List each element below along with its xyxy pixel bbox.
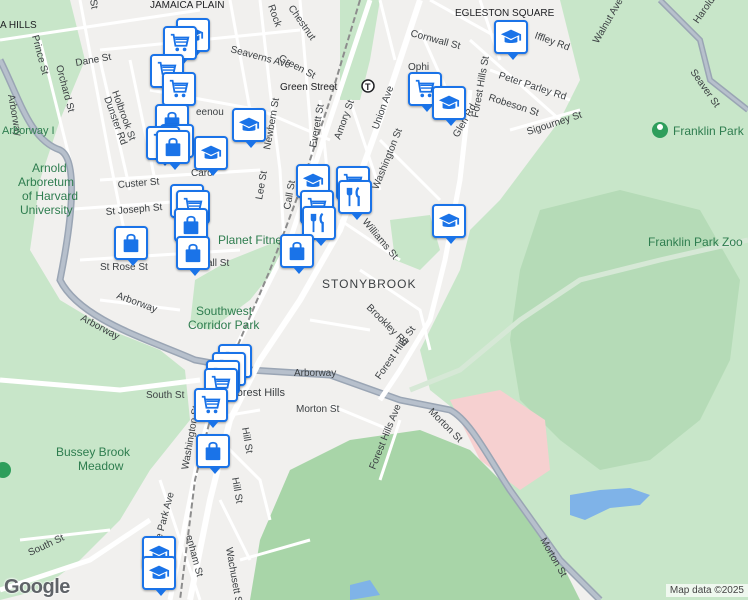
street-label: St Rose St bbox=[100, 262, 148, 273]
franklin-park-label: Franklin Park bbox=[673, 124, 745, 138]
restaurant-pin[interactable] bbox=[338, 180, 372, 220]
map-attribution[interactable]: Map data ©2025 bbox=[665, 584, 748, 597]
bussey-brook-label-2: Meadow bbox=[78, 459, 124, 473]
shopping-pin[interactable] bbox=[114, 226, 148, 266]
southwest-corridor-label-2: Corridor Park bbox=[188, 318, 260, 332]
franklin-park-zoo-label: Franklin Park Zoo bbox=[648, 235, 743, 249]
school-pin[interactable] bbox=[432, 86, 466, 126]
egleston-label: EGLESTON SQUARE bbox=[455, 8, 555, 19]
school-pin[interactable] bbox=[142, 556, 176, 596]
map-canvas[interactable]: T STONYBROOK JAMAICA PLAIN A HILLS EGLES… bbox=[0, 0, 748, 600]
street-label: South St bbox=[146, 390, 185, 401]
street-label: eenou bbox=[196, 107, 224, 118]
school-pin[interactable] bbox=[194, 136, 228, 176]
street-label: Morton St bbox=[296, 404, 340, 415]
arboretum-label-4: University bbox=[20, 203, 73, 217]
street-label: all St bbox=[207, 258, 229, 269]
shopping-pin[interactable] bbox=[280, 234, 314, 274]
svg-text:T: T bbox=[365, 82, 371, 92]
arboretum-label-3: of Harvard bbox=[22, 189, 78, 203]
franklin-park-marker[interactable] bbox=[652, 122, 668, 138]
grocery-pin[interactable] bbox=[194, 388, 228, 428]
green-street-station-icon[interactable]: T bbox=[361, 79, 375, 93]
grocery-pin[interactable] bbox=[162, 72, 196, 112]
hills-label: A HILLS bbox=[0, 20, 37, 31]
school-pin[interactable] bbox=[432, 204, 466, 244]
school-pin[interactable] bbox=[494, 20, 528, 60]
bussey-brook-label-1: Bussey Brook bbox=[56, 445, 131, 459]
jamaica-plain-label: JAMAICA PLAIN bbox=[150, 0, 224, 11]
southwest-corridor-label-1: Southwest bbox=[196, 304, 253, 318]
school-pin[interactable] bbox=[232, 108, 266, 148]
google-logo: Google bbox=[4, 576, 70, 598]
street-label: Arborway bbox=[294, 368, 336, 379]
shopping-pin[interactable] bbox=[176, 236, 210, 276]
stonybrook-label: STONYBROOK bbox=[322, 277, 416, 291]
arboretum-label-2: Arboretum bbox=[18, 175, 74, 189]
shopping-pin[interactable] bbox=[156, 130, 190, 170]
green-street-label: Green Street bbox=[280, 82, 337, 93]
shopping-pin[interactable] bbox=[196, 434, 230, 474]
street-label: Arborway I bbox=[2, 125, 55, 137]
arboretum-label-1: Arnold bbox=[32, 161, 67, 175]
